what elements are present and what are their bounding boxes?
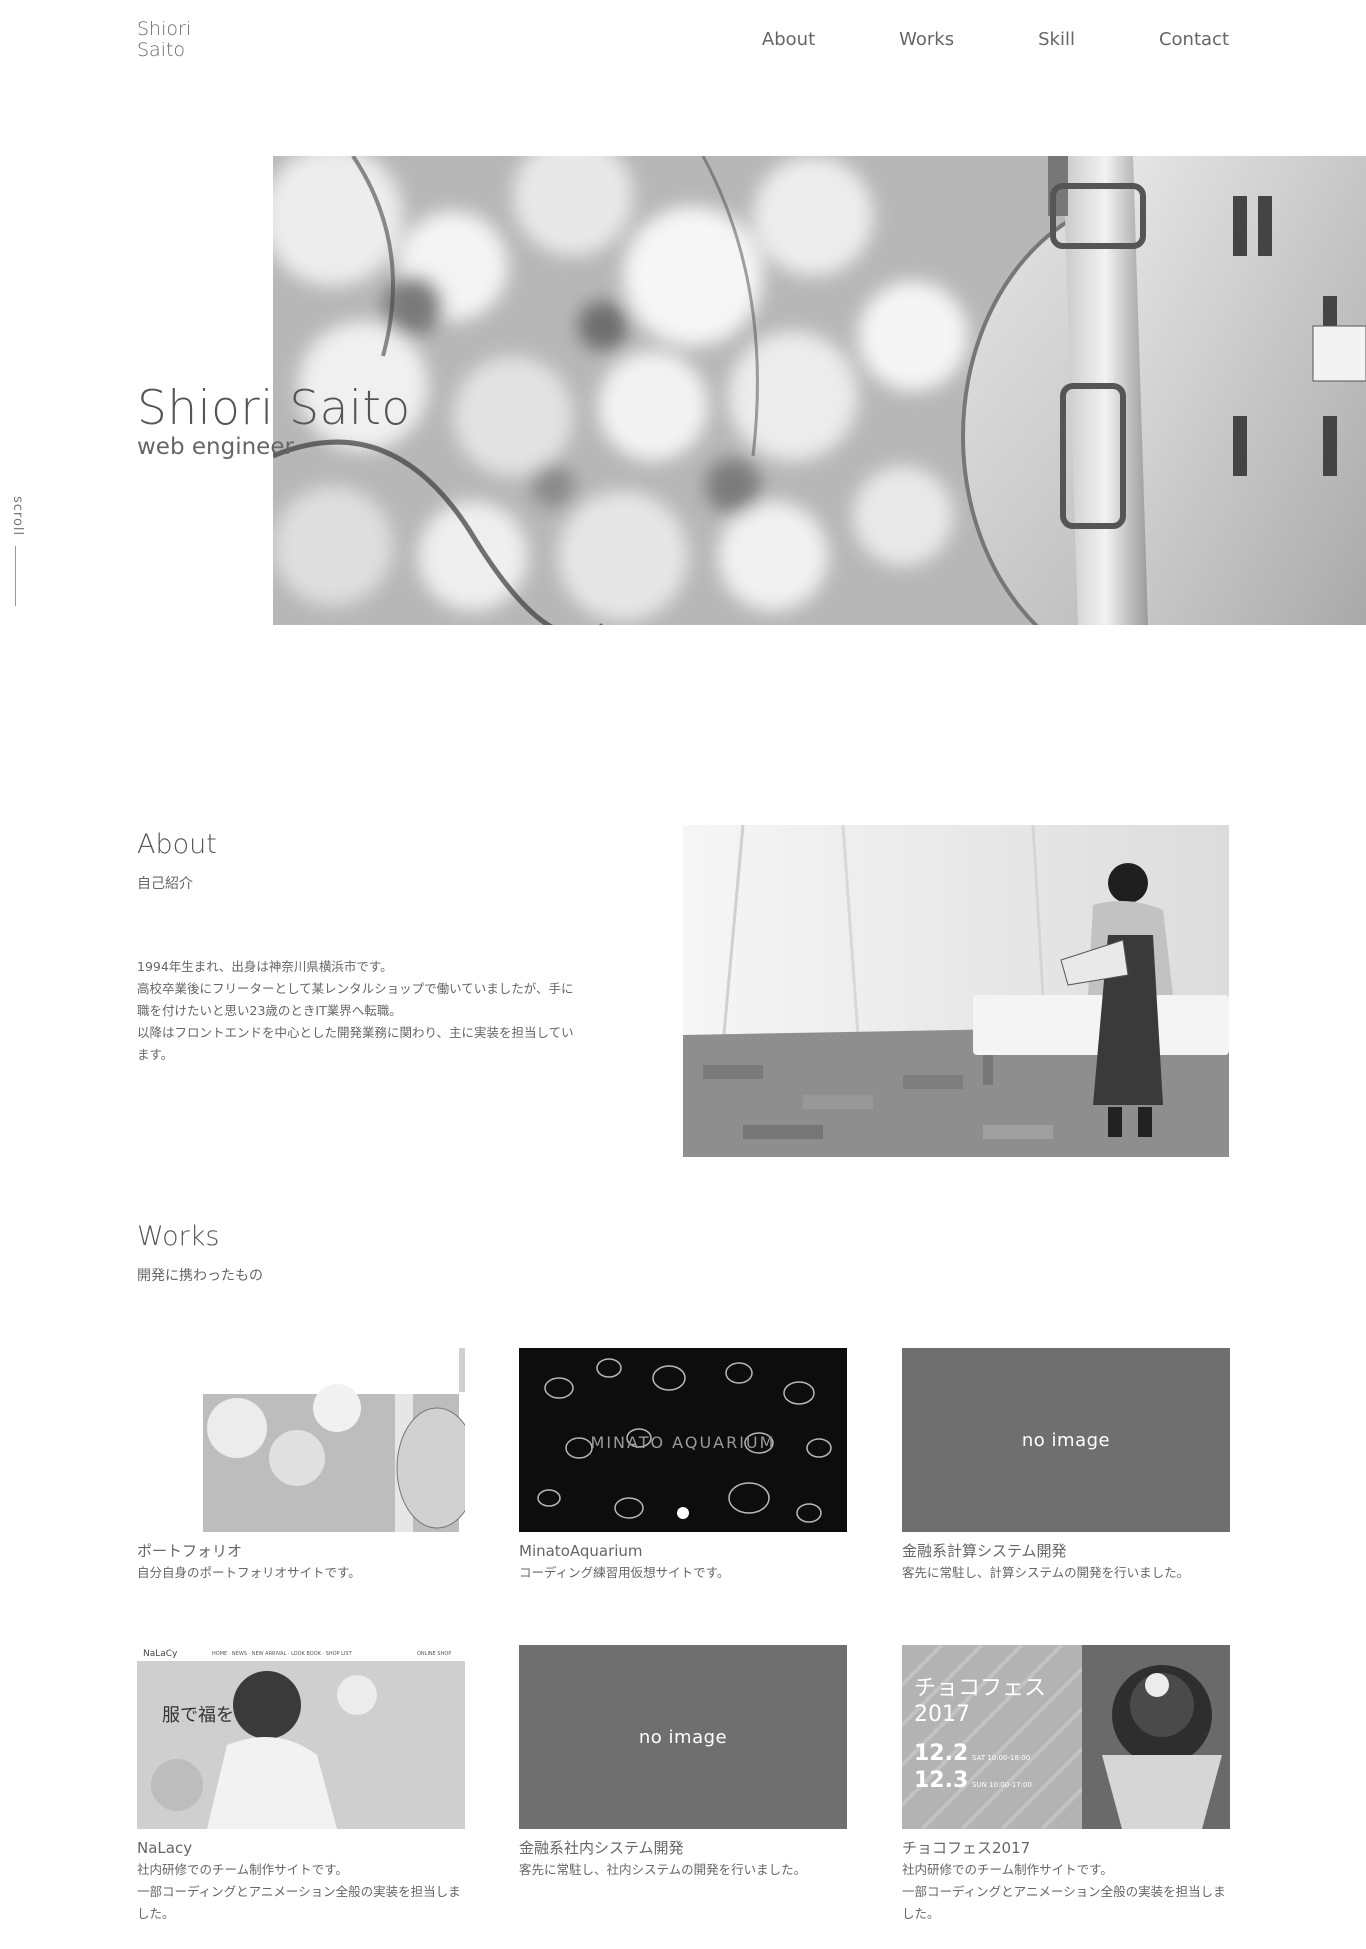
no-image-label: no image xyxy=(638,1726,728,1748)
work-card-minatoaquarium[interactable]: MINATO AQUARIUM MinatoAquarium コーディング練習用… xyxy=(519,1348,847,1584)
work-thumbnail[interactable]: チョコフェス 2017 12.2 SAT 10:00-18:00 12.3 SU… xyxy=(902,1645,1230,1829)
work-thumbnail[interactable]: no image xyxy=(902,1348,1230,1532)
works-subtitle: 開発に携わったもの xyxy=(137,1268,263,1284)
choco-date-2: 12.3 xyxy=(914,1768,968,1793)
nav-about[interactable]: About xyxy=(762,28,815,52)
nav-skill[interactable]: Skill xyxy=(1038,28,1075,52)
work-thumbnail[interactable]: no image xyxy=(519,1645,847,1829)
scroll-indicator[interactable]: scroll xyxy=(10,496,25,536)
work-name: 金融系社内システム開発 xyxy=(519,1839,684,1857)
logo-line1: Shiori xyxy=(137,18,192,40)
choco-date-1: 12.2 xyxy=(914,1741,968,1766)
nalacy-copy: 服で福を xyxy=(162,1705,234,1726)
work-desc: 社内研修でのチーム制作サイトです。 一部コーディングとアニメーション全般の実装を… xyxy=(137,1862,461,1921)
work-thumbnail[interactable]: MINATO AQUARIUM xyxy=(519,1348,847,1532)
work-name: NaLacy xyxy=(137,1839,193,1857)
choco-time-2: SUN 10:00-17:00 xyxy=(972,1781,1032,1789)
work-card-finance-calc[interactable]: no image 金融系計算システム開発 客先に常駐し、計算システムの開発を行い… xyxy=(902,1348,1230,1584)
work-name: MinatoAquarium xyxy=(519,1542,643,1560)
aquarium-thumb-text: MINATO AQUARIUM xyxy=(591,1433,776,1452)
works-title: Works xyxy=(137,1221,220,1252)
hero-subtitle: web engineer xyxy=(137,434,294,460)
work-thumbnail[interactable] xyxy=(137,1348,465,1532)
choco-title-2: 2017 xyxy=(914,1702,970,1727)
choco-title-1: チョコフェス xyxy=(914,1676,1046,1701)
work-desc: 客先に常駐し、計算システムの開発を行いました。 xyxy=(902,1565,1190,1580)
work-card-chocofes[interactable]: チョコフェス 2017 12.2 SAT 10:00-18:00 12.3 SU… xyxy=(902,1645,1230,1925)
about-text: 1994年生まれ、出身は神奈川県横浜市です。 高校卒業後にフリーターとして某レン… xyxy=(137,956,577,1066)
no-image-placeholder: no image xyxy=(902,1348,1230,1532)
work-card-finance-internal[interactable]: no image 金融系社内システム開発 客先に常駐し、社内システムの開発を行い… xyxy=(519,1645,847,1881)
nav-contact[interactable]: Contact xyxy=(1159,28,1229,52)
work-name: チョコフェス2017 xyxy=(902,1839,1031,1857)
no-image-placeholder: no image xyxy=(519,1645,847,1829)
work-name: 金融系計算システム開発 xyxy=(902,1542,1067,1560)
about-title: About xyxy=(137,829,217,860)
hero-title: Shiori Saito xyxy=(137,381,411,436)
work-desc: コーディング練習用仮想サイトです。 xyxy=(519,1565,730,1580)
logo-line2: Saito xyxy=(137,39,186,61)
about-subtitle: 自己紹介 xyxy=(137,876,193,892)
work-desc: 自分自身のポートフォリオサイトです。 xyxy=(137,1565,361,1580)
choco-time-1: SAT 10:00-18:00 xyxy=(972,1754,1030,1762)
work-desc: 社内研修でのチーム制作サイトです。 一部コーディングとアニメーション全般の実装を… xyxy=(902,1862,1226,1921)
work-thumbnail[interactable]: NaLaCy HOME · NEWS · NEW ARRIVAL · LOOK … xyxy=(137,1645,465,1829)
nalacy-logo: NaLaCy xyxy=(143,1649,178,1659)
about-line: 以降はフロントエンドを中心とした開発業務に関わり、主に実装を担当しています。 xyxy=(137,1025,574,1062)
work-card-nalacy[interactable]: NaLaCy HOME · NEWS · NEW ARRIVAL · LOOK … xyxy=(137,1645,465,1925)
hero-image xyxy=(273,156,1366,625)
nav-works[interactable]: Works xyxy=(899,28,954,52)
about-line: 1994年生まれ、出身は神奈川県横浜市です。 xyxy=(137,959,393,974)
about-photo xyxy=(683,825,1229,1157)
main-nav: About Works Skill Contact xyxy=(678,28,1229,52)
work-name: ポートフォリオ xyxy=(137,1542,243,1560)
nalacy-shop: ONLINE SHOP xyxy=(417,1651,451,1657)
work-card-portfolio[interactable]: ポートフォリオ 自分自身のポートフォリオサイトです。 xyxy=(137,1348,465,1584)
work-desc: 客先に常駐し、社内システムの開発を行いました。 xyxy=(519,1862,807,1877)
nalacy-menu: HOME · NEWS · NEW ARRIVAL · LOOK BOOK · … xyxy=(212,1651,353,1657)
about-line: 高校卒業後にフリーターとして某レンタルショップで働いていましたが、手に職を付けた… xyxy=(137,981,574,1018)
no-image-label: no image xyxy=(1021,1429,1111,1451)
site-logo[interactable]: Shiori Saito xyxy=(137,19,191,61)
scroll-line xyxy=(15,546,16,606)
